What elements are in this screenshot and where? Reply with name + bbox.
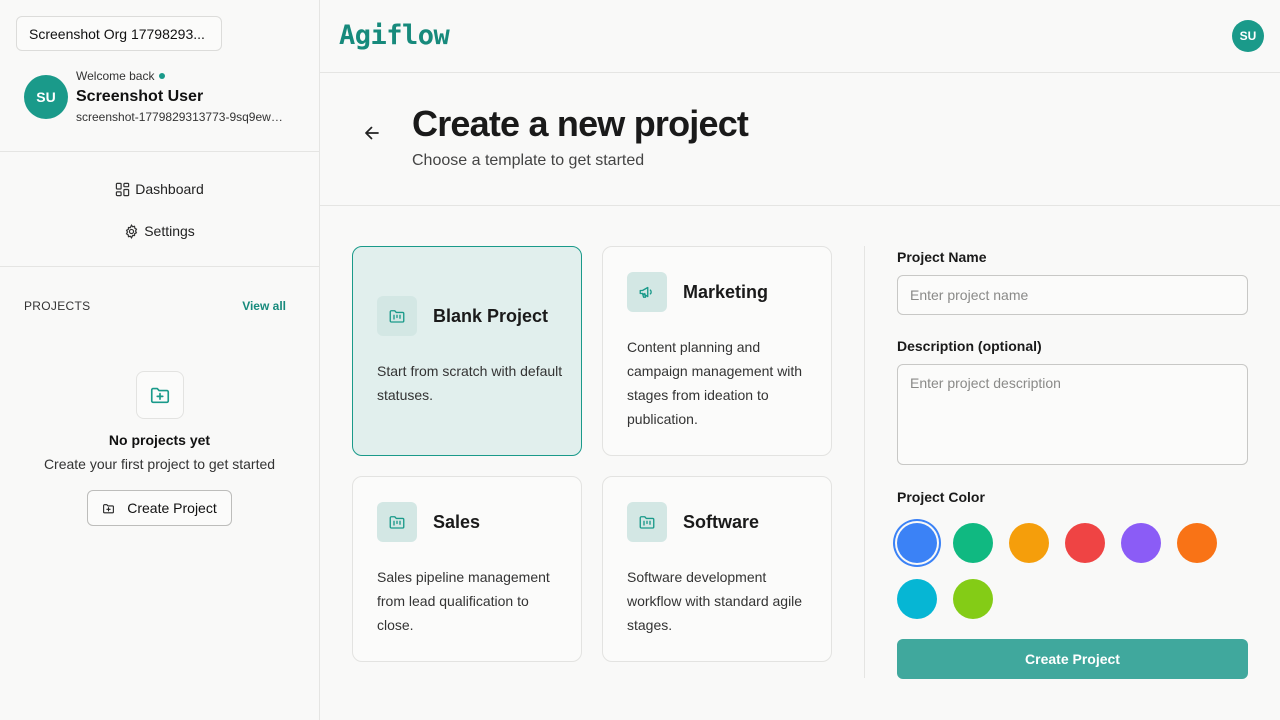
project-name-label: Project Name	[897, 249, 987, 265]
empty-state-subtitle: Create your first project to get started	[43, 456, 276, 472]
template-card-marketing[interactable]: Marketing Content planning and campaign …	[602, 246, 832, 456]
color-swatch[interactable]	[897, 579, 937, 619]
template-icon-box	[627, 272, 667, 312]
divider	[0, 151, 319, 152]
template-icon-box	[377, 502, 417, 542]
sidebar-create-project-button[interactable]: Create Project	[87, 490, 232, 526]
online-status-dot	[159, 73, 166, 79]
nav-dashboard-label: Dashboard	[135, 181, 204, 197]
template-description: Start from scratch with default statuses…	[377, 363, 563, 403]
template-card-sales[interactable]: Sales Sales pipeline management from lea…	[352, 476, 582, 662]
color-swatch[interactable]	[1121, 523, 1161, 563]
user-profile: SU Welcome back Screenshot User screensh…	[24, 66, 304, 126]
folder-kanban-icon	[639, 516, 655, 529]
folder-kanban-icon	[389, 310, 405, 323]
user-avatar-button[interactable]: SU	[1232, 20, 1264, 52]
org-switcher[interactable]: Screenshot Org 17798293...	[16, 16, 222, 51]
app-logo[interactable]: Agiflow	[339, 20, 450, 51]
create-project-button[interactable]: Create Project	[897, 639, 1248, 679]
template-title: Sales	[433, 512, 481, 532]
color-swatch[interactable]	[953, 523, 993, 563]
template-title: Software	[683, 512, 760, 532]
sidebar: Screenshot Org 17798293... SU Welcome ba…	[0, 0, 320, 720]
page-subtitle: Choose a template to get started	[412, 152, 645, 169]
top-bar: Agiflow SU	[320, 0, 1280, 73]
folder-plus-icon	[103, 503, 115, 513]
color-swatch[interactable]	[1177, 523, 1217, 563]
template-description: Content planning and campaign management…	[627, 339, 803, 427]
template-title: Marketing	[683, 282, 769, 302]
template-card-software[interactable]: Software Software development workflow w…	[602, 476, 832, 662]
view-all-link[interactable]: View all	[242, 299, 286, 313]
color-swatch[interactable]	[953, 579, 993, 619]
sidebar-create-project-label: Create Project	[127, 500, 217, 516]
description-label: Description (optional)	[897, 338, 1042, 354]
empty-state-icon-box	[136, 371, 184, 419]
back-button[interactable]	[362, 123, 382, 143]
folder-kanban-icon	[389, 516, 405, 529]
color-swatch[interactable]	[897, 523, 937, 563]
dashboard-icon	[116, 182, 130, 196]
project-name-input[interactable]	[897, 275, 1248, 315]
user-name: Screenshot User	[76, 88, 204, 105]
welcome-label: Welcome back	[76, 69, 155, 83]
template-icon-box	[627, 502, 667, 542]
project-description-textarea[interactable]	[897, 364, 1248, 465]
page-header: Create a new project Choose a template t…	[320, 73, 1280, 206]
gear-icon	[125, 223, 138, 239]
nav-settings[interactable]: Settings	[0, 219, 319, 243]
empty-state-title: No projects yet	[108, 432, 211, 448]
folder-plus-icon	[150, 387, 170, 404]
column-divider	[864, 246, 865, 678]
template-description: Software development workflow with stand…	[627, 569, 803, 633]
page-title: Create a new project	[412, 103, 749, 144]
nav-dashboard[interactable]: Dashboard	[0, 177, 319, 201]
projects-heading: PROJECTS	[24, 299, 91, 313]
nav-settings-label: Settings	[144, 223, 195, 239]
template-title: Blank Project	[433, 306, 549, 326]
color-swatch[interactable]	[1065, 523, 1105, 563]
megaphone-icon	[639, 286, 652, 298]
template-card-blank[interactable]: Blank Project Start from scratch with de…	[352, 246, 582, 456]
divider	[0, 266, 319, 267]
template-description: Sales pipeline management from lead qual…	[377, 569, 550, 633]
user-email: screenshot-1779829313773-9sq9ew@e...	[76, 110, 294, 124]
welcome-text: Welcome back	[76, 69, 166, 83]
project-color-label: Project Color	[897, 489, 985, 505]
arrow-left-icon	[365, 126, 379, 140]
avatar[interactable]: SU	[24, 75, 68, 119]
color-swatch[interactable]	[1009, 523, 1049, 563]
template-icon-box	[377, 296, 417, 336]
